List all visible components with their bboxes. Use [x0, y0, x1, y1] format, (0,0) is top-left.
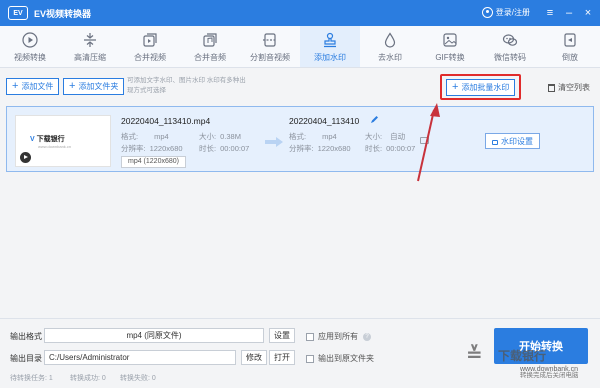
success-count: 转换成功: 0 [70, 375, 106, 382]
settings-button[interactable]: 设置 [269, 328, 295, 343]
watermark-text: 下载银行 [498, 348, 547, 363]
output-size: 自动 [390, 132, 406, 141]
modify-button[interactable]: 修改 [241, 350, 267, 365]
video-convert-icon [22, 31, 38, 48]
app-logo: EV [8, 6, 28, 20]
source-duration: 00:00:07 [220, 144, 250, 153]
play-icon[interactable] [20, 152, 31, 163]
clear-list-button[interactable]: 清空列表 [548, 82, 590, 93]
output-file-name: 20220404_113410 [289, 116, 360, 126]
merge-audio-icon [203, 32, 217, 47]
add-file-button[interactable]: + 添加文件 [6, 78, 60, 95]
login-register-button[interactable]: 登录/注册 [481, 7, 530, 18]
pencil-icon[interactable] [369, 115, 379, 125]
file-row[interactable]: V 下载银行 www.downbank.cn 20220404_113410.mp… [6, 106, 594, 172]
lock-icon [492, 139, 498, 145]
format-tag[interactable]: mp4 (1220x680) [121, 156, 186, 168]
hamburger-icon[interactable]: ≡ [543, 6, 557, 20]
output-resolution: 1220x680 [317, 144, 351, 153]
thumb-url: www.downbank.cn [38, 144, 72, 149]
failed-count: 转换失败: 0 [120, 375, 156, 382]
watermark-hint: 可添加文字水印、图片水印 水印有多种出现方式可选择 [127, 77, 246, 94]
output-to-source-checkbox[interactable]: 输出到原文件夹 [306, 353, 374, 364]
tab-compress[interactable]: 高清压缩 [60, 26, 120, 67]
watermark-url: www.downbank.cn [520, 366, 578, 373]
plus-icon: + [69, 80, 76, 92]
output-dir-input[interactable]: C:/Users/Administrator [44, 350, 236, 365]
trash-icon [548, 83, 555, 92]
output-duration: 00:00:07 [386, 144, 416, 153]
split-icon [263, 32, 277, 47]
app-title: EV视频转换器 [34, 8, 92, 19]
arrow-right-icon [265, 137, 283, 147]
folder-icon[interactable] [420, 137, 429, 144]
watermark-settings-button[interactable]: 水印设置 [485, 133, 540, 149]
tab-gif[interactable]: GIF转换 [420, 26, 480, 67]
source-size: 0.38M [220, 132, 241, 141]
watermark-mark: ≚ [466, 344, 483, 366]
source-format: mp4 [154, 132, 169, 141]
tab-reverse[interactable]: 倒放 [540, 26, 600, 67]
apply-all-checkbox[interactable]: 应用到所有? [306, 331, 371, 342]
close-icon[interactable]: × [581, 6, 595, 20]
function-toolbar: 视频转换 高清压缩 合并视频 合并音频 分割音视频 添加水印 去水印 GIF转换… [0, 26, 600, 68]
checkbox-box [306, 354, 314, 363]
help-icon[interactable]: ? [363, 332, 371, 341]
user-icon [481, 7, 493, 18]
tab-wechat[interactable]: 微信转码 [480, 26, 540, 67]
compress-icon [84, 32, 96, 47]
reverse-icon [564, 32, 576, 47]
output-format: mp4 [322, 132, 337, 141]
gif-icon [443, 32, 457, 47]
site-watermark: ≚ 下载银行 [466, 344, 546, 366]
source-file-name: 20220404_113410.mp4 [121, 116, 211, 126]
batch-watermark-button[interactable]: + 添加批量水印 [446, 79, 516, 96]
output-dir-label: 输出目录 [10, 354, 42, 363]
tab-remove-watermark[interactable]: 去水印 [360, 26, 420, 67]
minimize-icon[interactable]: – [562, 6, 576, 20]
title-bar: EV EV视频转换器 登录/注册 ≡ – × [0, 0, 600, 26]
tab-merge-audio[interactable]: 合并音频 [180, 26, 240, 67]
thumb-logo: V 下载银行 [30, 136, 65, 143]
remove-watermark-icon [384, 31, 396, 48]
plus-icon: + [12, 80, 19, 92]
plus-icon: + [452, 81, 459, 93]
open-button[interactable]: 打开 [269, 350, 295, 365]
wechat-icon [502, 33, 518, 46]
merge-video-icon [143, 32, 157, 47]
add-folder-button[interactable]: + 添加文件夹 [63, 78, 125, 95]
output-format-label: 输出格式 [10, 332, 42, 341]
stamp-icon [324, 32, 336, 47]
login-register-label: 登录/注册 [495, 8, 530, 17]
source-resolution: 1220x680 [149, 144, 183, 153]
video-thumbnail: V 下载银行 www.downbank.cn [15, 115, 111, 167]
output-format-select[interactable]: mp4 (同原文件) [44, 328, 264, 343]
tab-video-convert[interactable]: 视频转换 [0, 26, 60, 67]
tab-split[interactable]: 分割音视频 [240, 26, 300, 67]
pending-count: 待转换任务: 1 [10, 375, 53, 382]
checkbox-box [306, 332, 314, 341]
tab-add-watermark[interactable]: 添加水印 [300, 26, 360, 67]
tab-merge-video[interactable]: 合并视频 [120, 26, 180, 67]
